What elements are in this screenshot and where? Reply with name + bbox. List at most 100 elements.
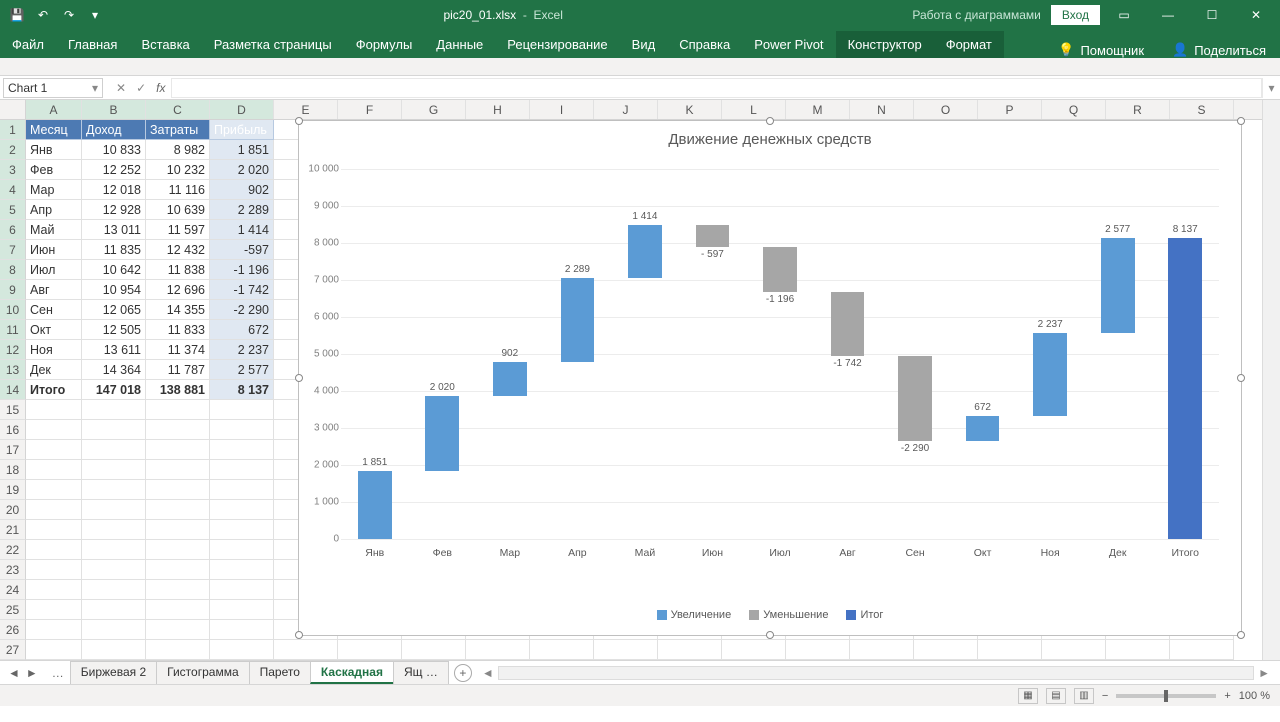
empty-cell[interactable] (82, 600, 146, 620)
sheet-nav-prev-icon[interactable]: ◄ (8, 666, 20, 680)
ribbon-contextual-tab[interactable]: Конструктор (836, 31, 934, 58)
column-header[interactable]: P (978, 100, 1042, 119)
ribbon-tab[interactable]: Формулы (344, 31, 425, 58)
waterfall-bar[interactable] (628, 225, 662, 277)
table-cell[interactable]: 8 137 (210, 380, 274, 400)
waterfall-bar[interactable] (831, 292, 865, 356)
table-cell[interactable]: 11 838 (146, 260, 210, 280)
ribbon-tab[interactable]: Справка (667, 31, 742, 58)
undo-icon[interactable]: ↶ (34, 6, 52, 24)
formula-input[interactable] (171, 78, 1262, 98)
empty-cell[interactable] (26, 420, 82, 440)
table-cell[interactable]: Сен (26, 300, 82, 320)
table-cell[interactable]: -1 742 (210, 280, 274, 300)
table-cell[interactable]: 12 252 (82, 160, 146, 180)
empty-cell[interactable] (210, 500, 274, 520)
fx-icon[interactable]: fx (156, 81, 171, 95)
table-cell[interactable]: 12 696 (146, 280, 210, 300)
empty-cell[interactable] (274, 640, 338, 660)
table-cell[interactable]: 1 414 (210, 220, 274, 240)
share-button[interactable]: Поделиться (1194, 43, 1266, 58)
column-header[interactable]: S (1170, 100, 1234, 119)
empty-cell[interactable] (26, 620, 82, 640)
column-header[interactable]: F (338, 100, 402, 119)
waterfall-bar[interactable] (898, 356, 932, 441)
table-cell[interactable]: Фев (26, 160, 82, 180)
zoom-in-button[interactable]: + (1224, 690, 1230, 702)
row-header[interactable]: 8 (0, 260, 26, 280)
table-cell[interactable]: -1 196 (210, 260, 274, 280)
minimize-button[interactable]: — (1148, 1, 1188, 29)
hscroll-left-icon[interactable]: ◄ (478, 666, 498, 680)
empty-cell[interactable] (82, 480, 146, 500)
empty-cell[interactable] (146, 520, 210, 540)
sheet-nav-next-icon[interactable]: ► (26, 666, 38, 680)
empty-cell[interactable] (530, 640, 594, 660)
empty-cell[interactable] (146, 400, 210, 420)
row-header[interactable]: 21 (0, 520, 26, 540)
empty-cell[interactable] (82, 560, 146, 580)
row-header[interactable]: 13 (0, 360, 26, 380)
empty-cell[interactable] (210, 480, 274, 500)
table-cell[interactable]: 13 611 (82, 340, 146, 360)
view-normal-icon[interactable]: ▦ (1018, 688, 1038, 704)
sheet-tab[interactable]: Биржевая 2 (70, 661, 157, 684)
column-header[interactable]: D (210, 100, 274, 119)
empty-cell[interactable] (1106, 640, 1170, 660)
cancel-formula-icon[interactable]: ✕ (116, 81, 126, 95)
table-cell[interactable]: 14 364 (82, 360, 146, 380)
empty-cell[interactable] (146, 600, 210, 620)
empty-cell[interactable] (978, 640, 1042, 660)
table-cell[interactable]: 2 237 (210, 340, 274, 360)
empty-cell[interactable] (26, 500, 82, 520)
ribbon-tab[interactable]: Вставка (129, 31, 201, 58)
waterfall-bar[interactable] (763, 247, 797, 291)
row-header[interactable]: 11 (0, 320, 26, 340)
empty-cell[interactable] (210, 520, 274, 540)
empty-cell[interactable] (210, 420, 274, 440)
empty-cell[interactable] (210, 620, 274, 640)
table-cell[interactable]: 12 505 (82, 320, 146, 340)
empty-cell[interactable] (82, 420, 146, 440)
empty-cell[interactable] (210, 460, 274, 480)
empty-cell[interactable] (82, 540, 146, 560)
empty-cell[interactable] (146, 440, 210, 460)
column-header[interactable]: C (146, 100, 210, 119)
table-cell[interactable]: 1 851 (210, 140, 274, 160)
empty-cell[interactable] (210, 580, 274, 600)
column-header[interactable]: N (850, 100, 914, 119)
table-cell[interactable]: Итого (26, 380, 82, 400)
table-cell[interactable]: Дек (26, 360, 82, 380)
new-sheet-button[interactable]: + (454, 664, 472, 682)
column-header[interactable]: E (274, 100, 338, 119)
empty-cell[interactable] (466, 640, 530, 660)
column-header[interactable]: I (530, 100, 594, 119)
empty-cell[interactable] (82, 640, 146, 660)
table-cell[interactable]: 138 881 (146, 380, 210, 400)
table-cell[interactable]: 8 982 (146, 140, 210, 160)
empty-cell[interactable] (402, 640, 466, 660)
ribbon-tab[interactable]: Файл (0, 31, 56, 58)
redo-icon[interactable]: ↷ (60, 6, 78, 24)
row-header[interactable]: 20 (0, 500, 26, 520)
zoom-out-button[interactable]: − (1102, 690, 1108, 702)
column-header[interactable]: M (786, 100, 850, 119)
table-cell[interactable]: 12 018 (82, 180, 146, 200)
empty-cell[interactable] (26, 520, 82, 540)
empty-cell[interactable] (210, 560, 274, 580)
waterfall-bar[interactable] (1168, 238, 1202, 539)
empty-cell[interactable] (210, 400, 274, 420)
empty-cell[interactable] (146, 480, 210, 500)
empty-cell[interactable] (146, 500, 210, 520)
table-cell[interactable]: 147 018 (82, 380, 146, 400)
empty-cell[interactable] (146, 620, 210, 640)
ribbon-tab[interactable]: Power Pivot (742, 31, 835, 58)
row-header[interactable]: 14 (0, 380, 26, 400)
row-header[interactable]: 9 (0, 280, 26, 300)
table-cell[interactable]: 2 577 (210, 360, 274, 380)
row-header[interactable]: 1 (0, 120, 26, 140)
row-header[interactable]: 25 (0, 600, 26, 620)
row-header[interactable]: 16 (0, 420, 26, 440)
waterfall-bar[interactable] (966, 416, 1000, 441)
table-header-cell[interactable]: Прибыль (210, 120, 274, 140)
